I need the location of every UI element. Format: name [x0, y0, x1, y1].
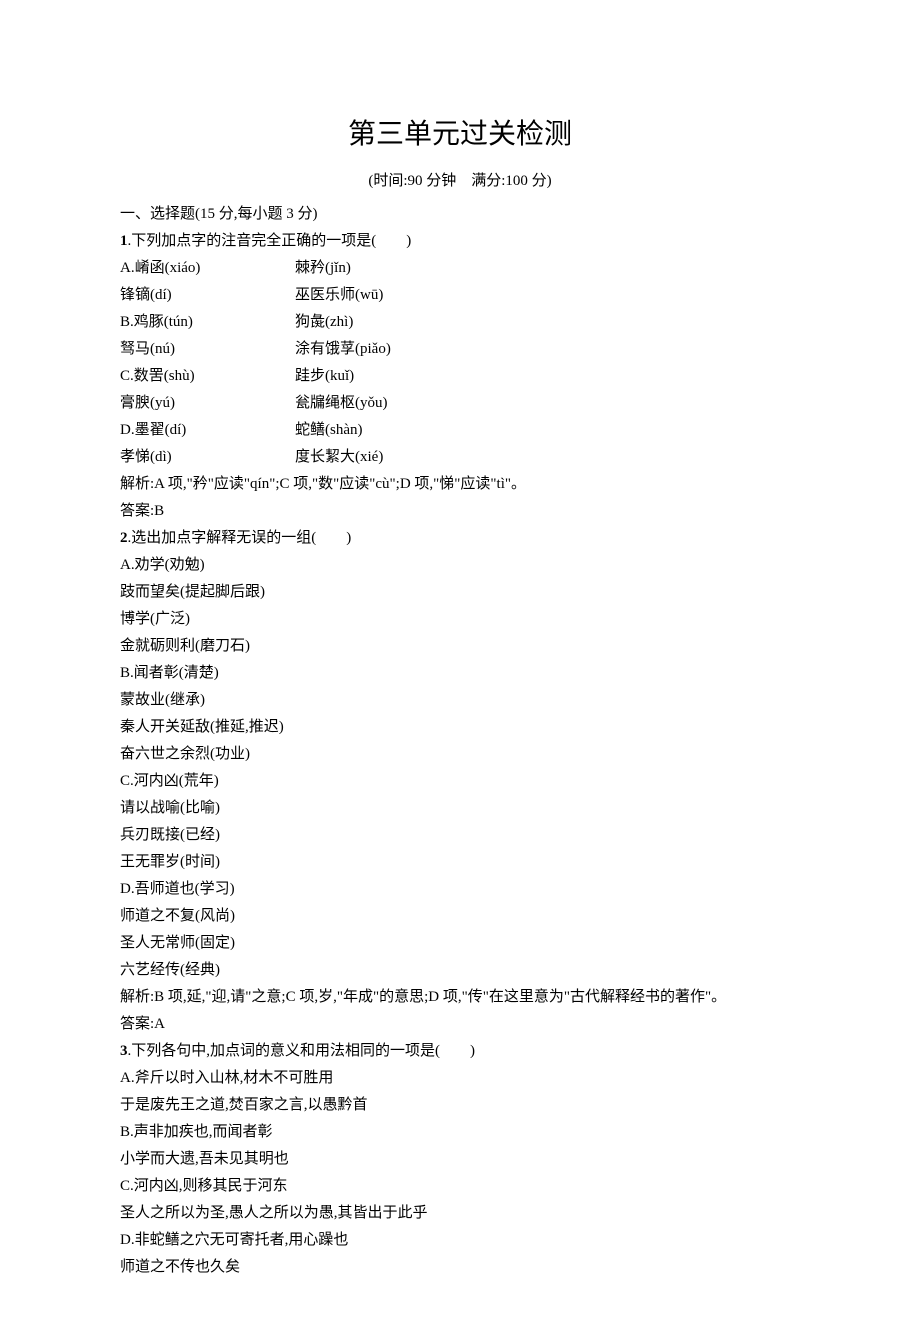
q2-line: C.河内凶(荒年) — [120, 768, 800, 795]
q2-line: 博学(广泛) — [120, 606, 800, 633]
q3-line: A.斧斤以时入山林,材木不可胜用 — [120, 1065, 800, 1092]
q2-line: B.闻者彰(清楚) — [120, 660, 800, 687]
q2-explain: 解析:B 项,延,"迎,请"之意;C 项,岁,"年成"的意思;D 项,"传"在这… — [120, 984, 800, 1011]
q2-line: 蒙故业(继承) — [120, 687, 800, 714]
q2-line: 请以战喻(比喻) — [120, 795, 800, 822]
q2-stem: 2.选出加点字解释无误的一组( ) — [120, 525, 800, 552]
q1-explain: 解析:A 项,"矜"应读"qín";C 项,"数"应读"cù";D 项,"悌"应… — [120, 471, 800, 498]
q2-answer: 答案:A — [120, 1011, 800, 1038]
q1-a1: A.崤函(xiáo) — [120, 255, 295, 282]
q2-line: 王无罪岁(时间) — [120, 849, 800, 876]
q1-row: 孝悌(dì) 度长絜大(xié) — [120, 444, 800, 471]
q2-line: A.劝学(劝勉) — [120, 552, 800, 579]
q3-line: 圣人之所以为圣,愚人之所以为愚,其皆出于此乎 — [120, 1200, 800, 1227]
q1-cell: B.鸡豚(tún) — [120, 309, 295, 336]
q1-cell: 锋镝(dí) — [120, 282, 295, 309]
q1-row: A.崤函(xiáo) 棘矜(jǐn) — [120, 255, 800, 282]
q1-answer: 答案:B — [120, 498, 800, 525]
q2-line: 六艺经传(经典) — [120, 957, 800, 984]
q1-row: 驽马(nú) 涂有饿莩(piǎo) — [120, 336, 800, 363]
q2-line: 兵刃既接(已经) — [120, 822, 800, 849]
q1-cell: D.墨翟(dí) — [120, 417, 295, 444]
q1-row: B.鸡豚(tún) 狗彘(zhì) — [120, 309, 800, 336]
q3-line: 于是废先王之道,焚百家之言,以愚黔首 — [120, 1092, 800, 1119]
q1-cell: 瓮牖绳枢(yǒu) — [295, 390, 800, 417]
q2-line: 跂而望矣(提起脚后跟) — [120, 579, 800, 606]
q1-row: D.墨翟(dí) 蛇鳝(shàn) — [120, 417, 800, 444]
q1-cell: 蛇鳝(shàn) — [295, 417, 800, 444]
q1-row: 膏腴(yú) 瓮牖绳枢(yǒu) — [120, 390, 800, 417]
q2-line: 奋六世之余烈(功业) — [120, 741, 800, 768]
exam-info: (时间:90 分钟 满分:100 分) — [120, 168, 800, 195]
q1-cell: C.数罟(shù) — [120, 363, 295, 390]
q1-cell: 涂有饿莩(piǎo) — [295, 336, 800, 363]
q1-cell: 狗彘(zhì) — [295, 309, 800, 336]
q3-line: 师道之不传也久矣 — [120, 1254, 800, 1281]
q1-cell: 膏腴(yú) — [120, 390, 295, 417]
q2-line: 师道之不复(风尚) — [120, 903, 800, 930]
q3-stem: 3.下列各句中,加点词的意义和用法相同的一项是( ) — [120, 1038, 800, 1065]
q1-a2: 棘矜(jǐn) — [295, 255, 800, 282]
q1-cell: 驽马(nú) — [120, 336, 295, 363]
q3-line: 小学而大遗,吾未见其明也 — [120, 1146, 800, 1173]
q1-cell: 巫医乐师(wū) — [295, 282, 800, 309]
q2-line: 圣人无常师(固定) — [120, 930, 800, 957]
q1-cell: 跬步(kuǐ) — [295, 363, 800, 390]
page-title: 第三单元过关检测 — [120, 110, 800, 160]
q1-stem: 11.下列加点字的注音完全正确的一项是( ).下列加点字的注音完全正确的一项是(… — [120, 228, 800, 255]
q3-line: C.河内凶,则移其民于河东 — [120, 1173, 800, 1200]
q2-line: D.吾师道也(学习) — [120, 876, 800, 903]
q2-line: 金就砺则利(磨刀石) — [120, 633, 800, 660]
q1-cell: 度长絜大(xié) — [295, 444, 800, 471]
q3-line: D.非蛇鳝之穴无可寄托者,用心躁也 — [120, 1227, 800, 1254]
q1-row: 锋镝(dí) 巫医乐师(wū) — [120, 282, 800, 309]
q1-cell: 孝悌(dì) — [120, 444, 295, 471]
q3-line: B.声非加疾也,而闻者彰 — [120, 1119, 800, 1146]
q2-line: 秦人开关延敌(推延,推迟) — [120, 714, 800, 741]
section-1-header: 一、选择题(15 分,每小题 3 分) — [120, 201, 800, 228]
q1-row: C.数罟(shù) 跬步(kuǐ) — [120, 363, 800, 390]
